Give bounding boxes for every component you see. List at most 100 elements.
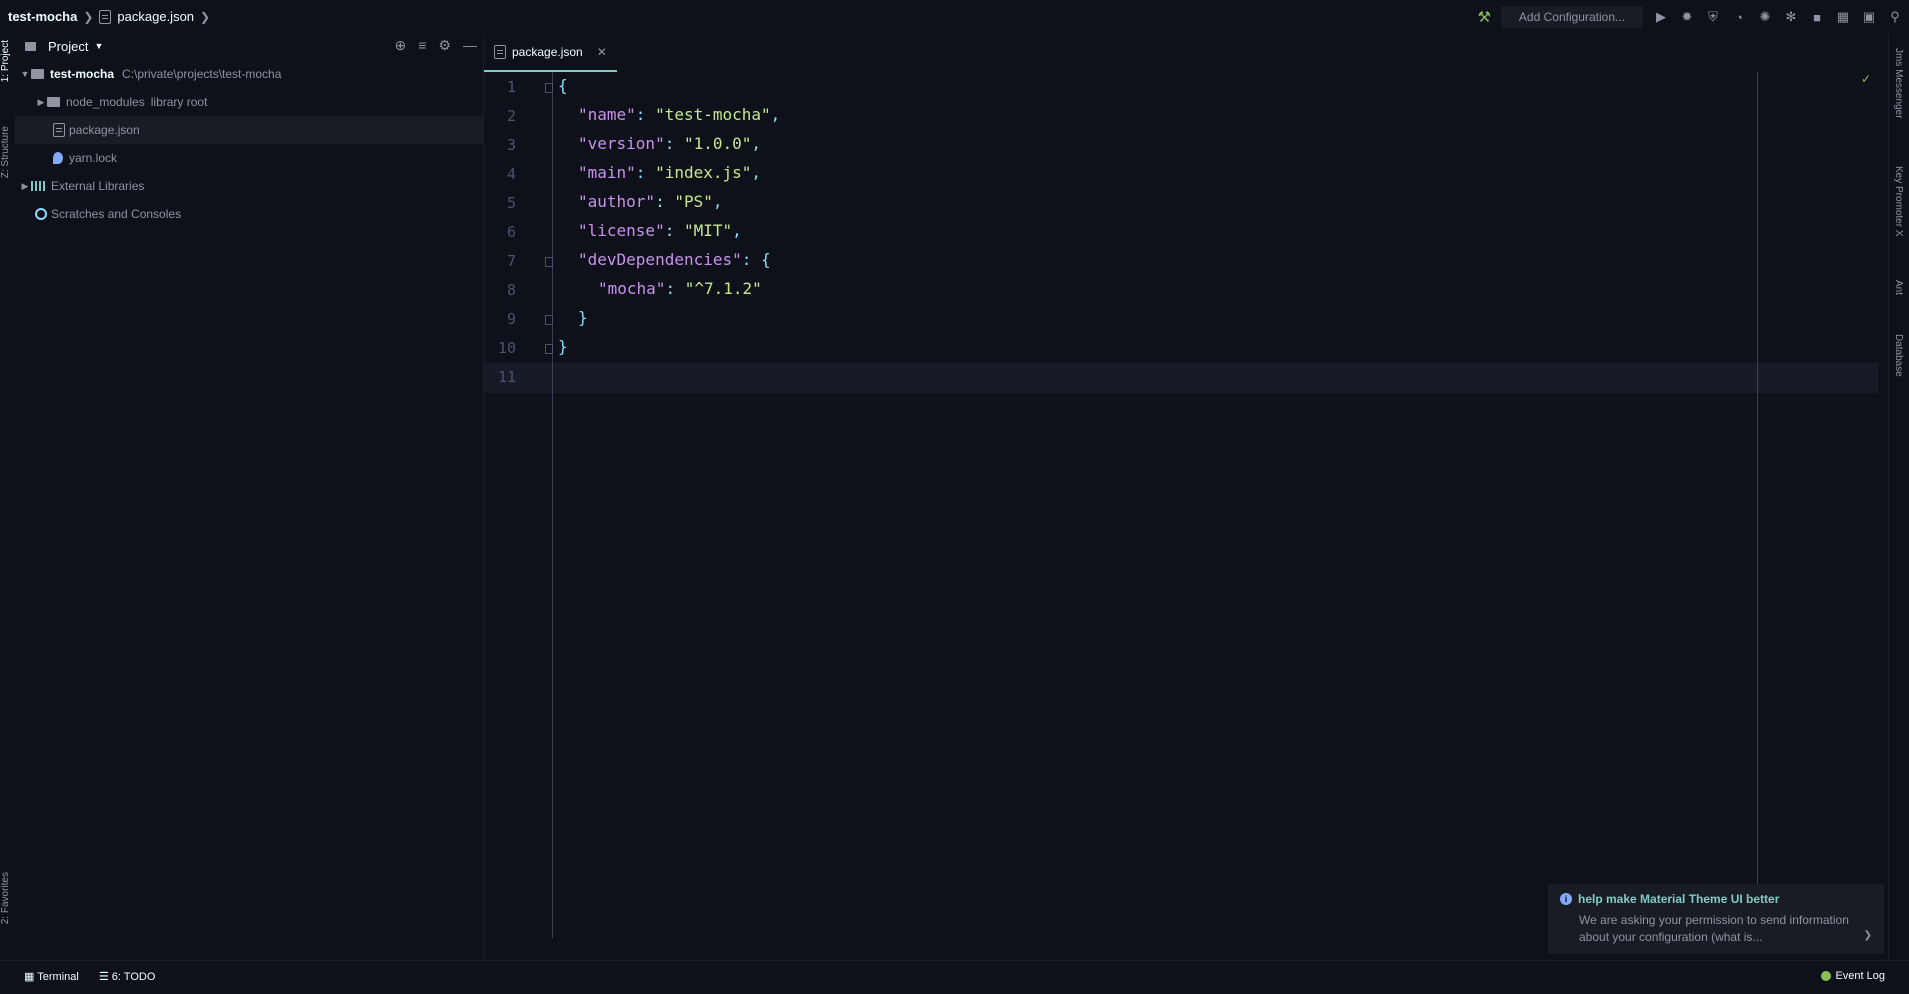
tree-item-scratches[interactable]: Scratches and Consoles <box>15 200 503 228</box>
breadcrumb-file[interactable]: package.json <box>117 9 194 24</box>
library-root-hint: library root <box>150 95 208 109</box>
chevron-down-icon[interactable]: ❯ <box>1864 930 1872 941</box>
code-line: "main": "index.js", <box>578 163 762 182</box>
coverage-icon[interactable]: ⛨ <box>1705 9 1721 25</box>
tree-item-label: Scratches and Consoles <box>51 207 182 221</box>
code-editor[interactable]: 1 2 3 4 5 6 7 8 9 10 11 { "name": "test-… <box>484 72 1878 938</box>
tab-package-json[interactable]: package.json ✕ <box>484 34 617 72</box>
breadcrumb-project[interactable]: test-mocha <box>8 9 77 24</box>
project-tool-tab[interactable]: 1: Project <box>0 40 15 82</box>
project-panel-header: Project ▼ ⊕ ≡ ⚙ — <box>15 34 483 58</box>
ant-tab[interactable]: Ant <box>1893 280 1904 295</box>
code-line: "author": "PS", <box>578 192 723 211</box>
add-configuration-button[interactable]: Add Configuration... <box>1500 6 1643 28</box>
json-key: "license" <box>578 221 665 240</box>
library-icon <box>31 181 45 191</box>
collapse-all-icon[interactable]: ≡ <box>418 37 426 54</box>
project-panel: Project ▼ ⊕ ≡ ⚙ — ▼ test-mocha C:\privat… <box>15 34 521 960</box>
tree-item-node-modules[interactable]: ▶ node_modules library root <box>15 88 503 116</box>
json-key: "version" <box>578 134 665 153</box>
run-toolbar: ⚒ Add Configuration... ▶ ✹ ⛨ ◔ ✺ ✻ ■ ▦ ▣… <box>1477 6 1903 28</box>
tree-item-label: node_modules <box>66 95 145 109</box>
notification-balloon[interactable]: i help make Material Theme UI better We … <box>1548 884 1884 954</box>
collapsed-arrow-icon[interactable]: ▶ <box>35 97 47 108</box>
yarn-icon <box>53 152 63 164</box>
current-line-highlight <box>484 363 1878 393</box>
stop-icon[interactable]: ■ <box>1809 9 1825 25</box>
locate-file-icon[interactable]: ⊕ <box>395 37 407 54</box>
tree-item-external-libraries[interactable]: ▶ External Libraries <box>15 172 487 200</box>
json-value: "index.js" <box>655 163 752 182</box>
json-key: "name" <box>578 105 636 124</box>
line-number: 5 <box>506 194 516 212</box>
favorites-tool-tab[interactable]: 2: Favorites <box>0 872 15 924</box>
json-value: "^7.1.2" <box>684 279 762 298</box>
tree-item-package-json[interactable]: package.json <box>15 116 521 144</box>
window-icon[interactable]: ▣ <box>1861 9 1877 25</box>
json-file-icon <box>99 9 112 24</box>
fold-marker-icon[interactable] <box>545 344 553 354</box>
line-number: 3 <box>506 136 516 154</box>
line-number: 4 <box>506 165 516 183</box>
structure-tool-tab[interactable]: Z: Structure <box>0 126 15 178</box>
code-line: "name": "test-mocha", <box>578 105 781 124</box>
fold-marker-icon[interactable] <box>545 315 553 325</box>
json-value: "MIT" <box>683 221 733 240</box>
fold-marker-icon[interactable] <box>545 83 553 93</box>
key-promoter-tab[interactable]: Key Promoter X <box>1893 166 1904 237</box>
tree-item-label: External Libraries <box>51 179 145 193</box>
breadcrumb: test-mocha ❯ package.json ❯ <box>8 9 210 24</box>
event-log-tab[interactable]: Event Log <box>1821 970 1885 982</box>
profile-icon[interactable]: ◔ <box>1731 9 1747 25</box>
root-folder-path: C:\private\projects\test-mocha <box>122 67 282 81</box>
line-number: 8 <box>506 281 516 299</box>
json-key: "author" <box>578 192 656 211</box>
database-tab[interactable]: Database <box>1893 334 1904 377</box>
project-view-selector[interactable]: Project ▼ <box>25 39 103 54</box>
expanded-arrow-icon[interactable]: ▼ <box>19 69 31 79</box>
json-key: "main" <box>578 163 636 182</box>
json-value: "test-mocha" <box>655 105 771 124</box>
tab-label: package.json <box>512 45 583 59</box>
event-log-icon <box>1821 971 1832 981</box>
panel-actions: ⊕ ≡ ⚙ — <box>395 37 477 54</box>
fold-marker-icon[interactable] <box>545 257 553 267</box>
notification-body: We are asking your permission to send in… <box>1579 913 1849 944</box>
tree-item-label: package.json <box>69 123 140 137</box>
code-line: "license": "MIT", <box>578 221 742 240</box>
line-number: 9 <box>506 310 516 328</box>
collapsed-arrow-icon[interactable]: ▶ <box>19 181 31 192</box>
search-icon[interactable]: ⚲ <box>1887 9 1903 25</box>
bottom-tool-bar: ▦ Terminal ☰ 6: TODO Event Log <box>0 960 1909 994</box>
line-number: 11 <box>497 368 516 386</box>
terminal-tab[interactable]: ▦ Terminal <box>24 970 79 983</box>
notification-title[interactable]: help make Material Theme UI better <box>1578 892 1779 906</box>
todo-tab[interactable]: ☰ 6: TODO <box>99 970 156 983</box>
build-hammer-icon[interactable]: ⚒ <box>1477 8 1490 26</box>
tree-item-yarn-lock[interactable]: yarn.lock <box>15 144 521 172</box>
code-line: } <box>578 308 588 327</box>
right-margin-guide <box>1757 72 1758 938</box>
line-number: 1 <box>506 78 516 96</box>
code-line: "devDependencies": { <box>578 250 771 269</box>
editor-tab-bar: package.json ✕ <box>484 34 1878 72</box>
minimize-icon[interactable]: — <box>463 37 477 54</box>
tree-item-label: yarn.lock <box>69 151 118 165</box>
settings-gear-icon[interactable]: ⚙ <box>438 37 451 54</box>
jms-messenger-tab[interactable]: Jms Messenger <box>1893 48 1904 119</box>
debug-attach-icon[interactable]: ✻ <box>1783 9 1799 25</box>
folder-icon <box>47 97 60 107</box>
debug-icon[interactable]: ✹ <box>1679 9 1695 25</box>
project-icon <box>25 41 36 51</box>
event-log-label: Event Log <box>1835 970 1885 982</box>
tree-root[interactable]: ▼ test-mocha C:\private\projects\test-mo… <box>15 60 487 88</box>
attach-debugger-icon[interactable]: ✺ <box>1757 9 1773 25</box>
json-value: "PS" <box>674 192 713 211</box>
info-icon: i <box>1560 893 1572 905</box>
run-icon[interactable]: ▶ <box>1653 9 1669 25</box>
project-structure-icon[interactable]: ▦ <box>1835 9 1851 25</box>
todo-label: 6: TODO <box>111 971 156 983</box>
terminal-label: Terminal <box>37 971 79 983</box>
bottom-tool-tabs: ▦ Terminal ☰ 6: TODO <box>24 970 155 983</box>
close-icon[interactable]: ✕ <box>597 45 607 59</box>
